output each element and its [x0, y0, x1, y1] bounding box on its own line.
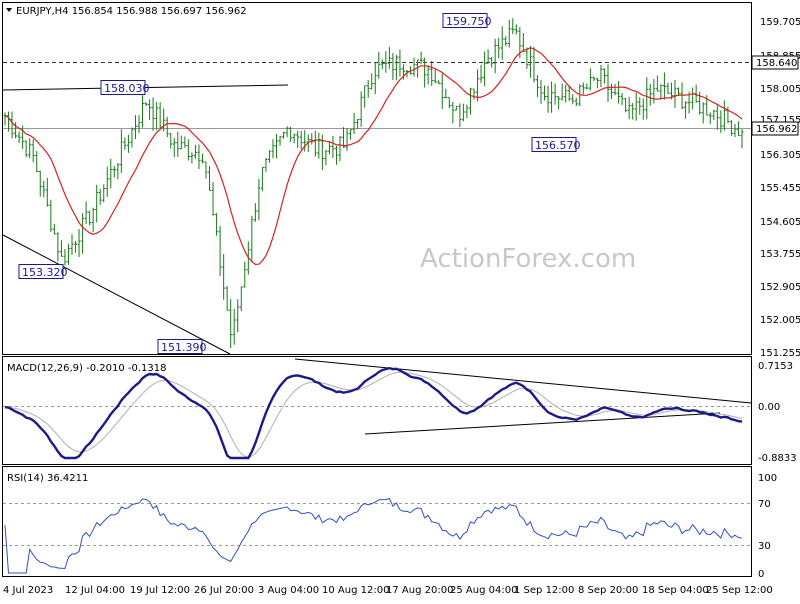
- macd-tick: 0.7153: [758, 361, 793, 372]
- time-tick: 4 Jul 2023: [3, 585, 53, 596]
- rsi-tick: 100: [758, 473, 777, 484]
- svg-text:156.962: 156.962: [756, 124, 797, 135]
- rsi-tick: 0: [758, 569, 764, 580]
- price-tick: 153.755: [760, 249, 800, 260]
- price-tick: 152.005: [760, 315, 800, 326]
- current-price-tag: 156.962: [751, 121, 799, 136]
- time-tick: 3 Aug 04:00: [258, 585, 319, 596]
- svg-text:151.390: 151.390: [161, 341, 207, 354]
- price-tick: 154.605: [760, 217, 800, 228]
- svg-text:156.570: 156.570: [535, 139, 581, 152]
- svg-text:158.640: 158.640: [756, 58, 797, 69]
- time-tick: 17 Aug 20:00: [386, 585, 453, 596]
- price-tick: 151.255: [760, 348, 800, 359]
- macd-header: MACD(12,26,9) -0.2010 -0.1318: [7, 363, 167, 374]
- rsi-header: RSI(14) 36.4211: [7, 473, 88, 484]
- svg-text:158.030: 158.030: [104, 82, 150, 95]
- svg-text:159.750: 159.750: [446, 15, 492, 28]
- time-tick: 8 Sep 20:00: [578, 585, 638, 596]
- time-axis: 4 Jul 2023 12 Jul 04:00 19 Jul 12:00 26 …: [3, 585, 773, 596]
- price-tick: 158.005: [760, 84, 800, 95]
- watermark: ActionForex.com: [420, 244, 636, 274]
- time-tick: 25 Sep 12:00: [706, 585, 773, 596]
- annotation-158030: 158.030: [100, 80, 150, 95]
- price-tick: 156.305: [760, 150, 800, 161]
- macd-tick: -0.8833: [758, 453, 797, 464]
- chart-window: ActionForex.com EURJPY,H4 156.854 156.98…: [0, 0, 800, 600]
- annotation-156570: 156.570: [531, 137, 581, 152]
- rsi-panel: [2, 466, 752, 577]
- time-tick: 12 Jul 04:00: [65, 585, 125, 596]
- annotation-159750: 159.750: [442, 13, 492, 28]
- macd-tick: 0.00: [758, 402, 780, 413]
- time-tick: 10 Aug 12:00: [322, 585, 389, 596]
- annotation-151390: 151.390: [157, 339, 207, 354]
- svg-text:153.320: 153.320: [22, 266, 68, 279]
- rsi-tick: 30: [758, 541, 771, 552]
- chart-svg: ActionForex.com EURJPY,H4 156.854 156.98…: [2, 2, 800, 596]
- price-tick: 152.905: [760, 282, 800, 293]
- price-header: EURJPY,H4 156.854 156.988 156.697 156.96…: [16, 6, 247, 17]
- price-tick: 159.705: [760, 17, 800, 28]
- resistance-price-tag: 158.640: [751, 55, 799, 70]
- time-tick: 19 Jul 12:00: [130, 585, 190, 596]
- annotation-153320: 153.320: [18, 264, 68, 279]
- time-tick: 26 Jul 20:00: [194, 585, 254, 596]
- price-tick: 155.455: [760, 183, 800, 194]
- price-panel: [2, 2, 752, 355]
- rsi-tick: 70: [758, 499, 771, 510]
- time-tick: 18 Sep 04:00: [642, 585, 709, 596]
- time-tick: 1 Sep 12:00: [514, 585, 574, 596]
- time-tick: 25 Aug 04:00: [450, 585, 517, 596]
